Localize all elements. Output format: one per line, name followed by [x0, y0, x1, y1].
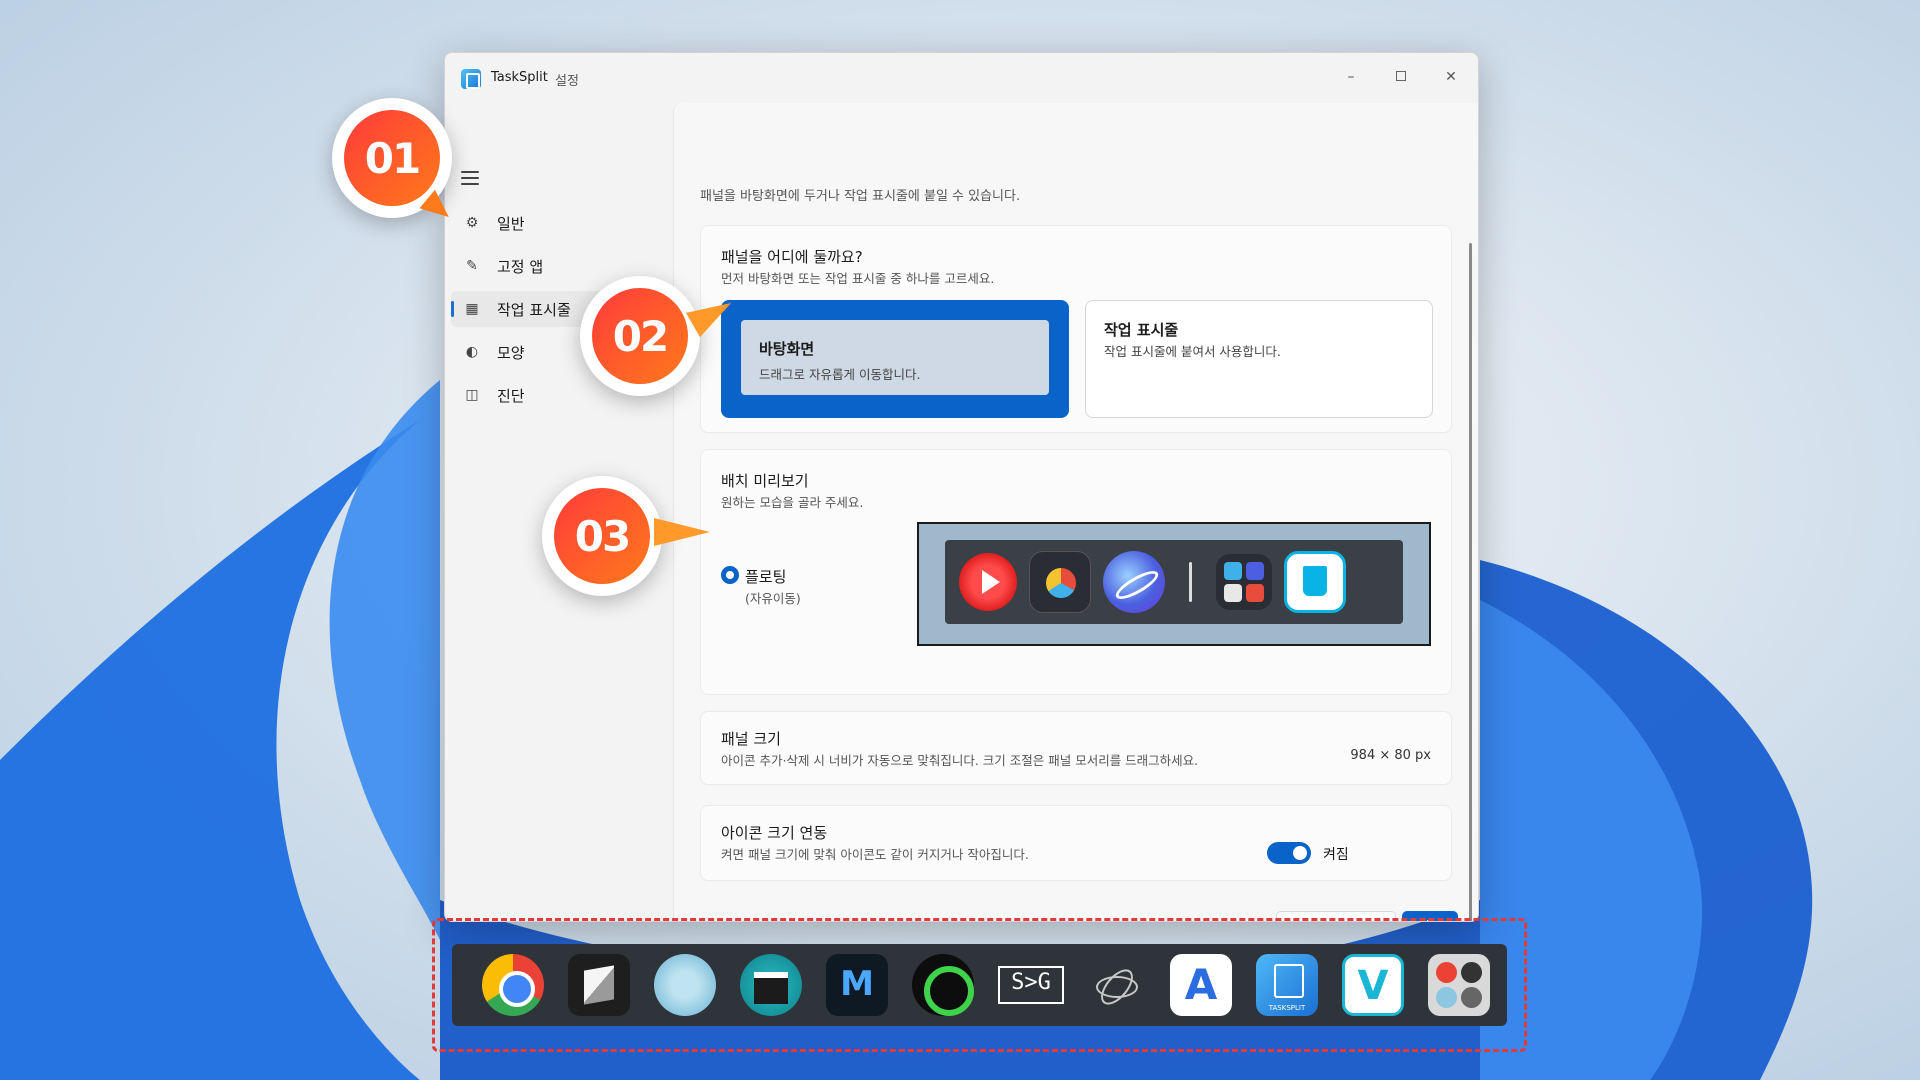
preview-separator — [1189, 562, 1192, 602]
chrome-icon[interactable] — [482, 954, 544, 1016]
option-taskbar[interactable]: 작업 표시줄 작업 표시줄에 붙여서 사용합니다. — [1085, 300, 1433, 418]
sidebar-item-label: 일반 — [497, 214, 525, 233]
option-taskbar-desc: 작업 표시줄에 붙여서 사용합니다. — [1104, 344, 1281, 359]
placement-title: 패널을 어디에 둘까요? — [721, 248, 863, 266]
app-group-icon[interactable] — [1428, 954, 1490, 1016]
scrollbar[interactable] — [1469, 243, 1472, 921]
gear-icon: ⚙ — [465, 215, 479, 231]
tasksplit-app-icon — [461, 69, 481, 89]
icon-size-link-desc: 켜면 패널 크기에 맞춰 아이콘도 같이 커지거나 작아집니다. — [721, 847, 1029, 862]
intro-text: 패널을 바탕화면에 두거나 작업 표시줄에 붙일 수 있습니다. — [700, 189, 1021, 204]
atom-app-icon[interactable] — [1084, 954, 1146, 1016]
icon-size-link-title: 아이콘 크기 연동 — [721, 824, 828, 842]
m-app-icon[interactable] — [826, 954, 888, 1016]
preview-desc: 원하는 모습을 골라 주세요. — [721, 495, 864, 510]
hamburger-menu-icon[interactable] — [461, 171, 479, 189]
panel-size-desc: 아이콘 추가·삭제 시 너비가 자동으로 맞춰집니다. 크기 조절은 패널 모서… — [721, 753, 1199, 768]
preview-panel — [945, 540, 1403, 624]
preview-card: 배치 미리보기 원하는 모습을 골라 주세요. 플로팅 (자유이동) — [700, 449, 1452, 695]
icon-size-link-card: 아이콘 크기 연동 켜면 패널 크기에 맞춰 아이콘도 같이 커지거나 작아집니… — [700, 805, 1452, 881]
v-app-icon[interactable] — [1342, 954, 1404, 1016]
aperture-app-icon[interactable] — [912, 954, 974, 1016]
tasksplit-panel: TASKSPLIT — [452, 944, 1507, 1026]
sidebar-item-label: 고정 앱 — [497, 257, 544, 276]
close-button[interactable]: ✕ — [1428, 61, 1474, 93]
tasksplit-icon-label: TASKSPLIT — [1268, 1004, 1306, 1012]
brain-app-icon[interactable] — [654, 954, 716, 1016]
floating-radio-sub: (자유이동) — [745, 591, 801, 606]
minimize-button[interactable]: – — [1328, 61, 1374, 93]
orbit-app-icon — [1103, 551, 1165, 613]
maximize-button[interactable] — [1378, 61, 1424, 93]
tasksplit-app-icon[interactable]: TASKSPLIT — [1256, 954, 1318, 1016]
sidebar-item-general[interactable]: ⚙ 일반 — [451, 205, 661, 241]
palette-icon: ◐ — [465, 344, 479, 360]
callout-badge-02: 02 — [580, 276, 700, 396]
cube-app-icon[interactable] — [568, 954, 630, 1016]
pin-icon: ✎ — [466, 258, 478, 274]
title-bar: TaskSplit 설정 – ✕ — [445, 53, 1478, 103]
callout-pointer — [654, 518, 710, 546]
sidebar-item-label: 모양 — [497, 343, 525, 362]
callout-badge-03: 03 — [542, 476, 662, 596]
sidebar-item-label: 작업 표시줄 — [497, 300, 571, 319]
window-title: TaskSplit — [491, 70, 548, 85]
option-desktop-desc: 드래그로 자유롭게 이동합니다. — [759, 367, 921, 382]
placement-card: 패널을 어디에 둘까요? 먼저 바탕화면 또는 작업 표시줄 중 하나를 고르세… — [700, 225, 1452, 433]
icon-size-link-toggle[interactable] — [1267, 842, 1311, 864]
maximize-icon — [1396, 71, 1406, 81]
floating-radio[interactable] — [721, 566, 739, 584]
panel-size-value: 984 × 80 px — [1350, 748, 1431, 763]
app-group-icon — [1216, 554, 1272, 610]
panel-size-title: 패널 크기 — [721, 730, 781, 748]
a-app-icon[interactable] — [1170, 954, 1232, 1016]
davinci-app-icon — [1029, 551, 1091, 613]
panel-size-card: 패널 크기 아이콘 추가·삭제 시 너비가 자동으로 맞춰집니다. 크기 조절은… — [700, 711, 1452, 785]
floating-radio-label: 플로팅 — [745, 568, 787, 586]
callout-number: 01 — [364, 134, 421, 183]
window-subtitle: 설정 — [555, 74, 579, 89]
grid-icon: ▦ — [465, 301, 479, 317]
recycle-bin-icon — [1284, 551, 1346, 613]
chart-icon: ◫ — [465, 387, 479, 403]
option-desktop[interactable]: 바탕화면 드래그로 자유롭게 이동합니다. — [721, 300, 1069, 418]
callout-number: 02 — [612, 312, 669, 361]
s-to-g-app-icon[interactable] — [998, 954, 1064, 1016]
callout-number: 03 — [574, 512, 631, 561]
content-pane: 패널을 바탕화면에 두거나 작업 표시줄에 붙일 수 있습니다. 패널을 어디에… — [673, 103, 1478, 921]
clapperboard-app-icon[interactable] — [740, 954, 802, 1016]
option-desktop-title: 바탕화면 — [759, 340, 815, 358]
sidebar-item-label: 진단 — [497, 386, 525, 405]
play-app-icon — [959, 553, 1017, 611]
toggle-state-label: 켜짐 — [1323, 847, 1349, 863]
option-taskbar-title: 작업 표시줄 — [1104, 321, 1179, 339]
layout-preview — [917, 522, 1431, 646]
preview-title: 배치 미리보기 — [721, 472, 809, 490]
placement-desc: 먼저 바탕화면 또는 작업 표시줄 중 하나를 고르세요. — [721, 271, 995, 286]
